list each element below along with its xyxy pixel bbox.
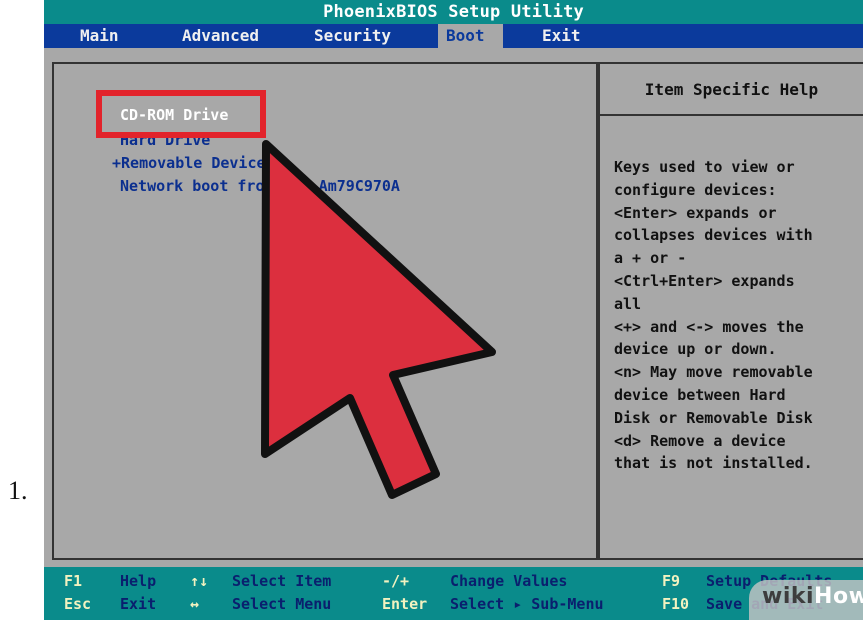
tab-boot[interactable]: Boot [438,24,503,48]
tab-advanced[interactable]: Advanced [174,24,267,48]
help-line: all [614,294,642,313]
boot-item-removable-devices[interactable]: +Removable Devices [112,154,275,172]
wikihow-how-text: How [814,584,863,609]
key-leftright: ↔ [190,595,200,613]
help-line: Keys used to view or [614,158,795,176]
help-line: Disk or Removable Disk [614,408,813,427]
tab-security[interactable]: Security [306,24,399,48]
help-title: Item Specific Help [644,80,819,99]
tab-main[interactable]: Main [72,24,127,48]
help-line: device between Hard [614,385,786,404]
list-number: 1. [8,476,28,505]
help-line: configure devices: [614,180,777,199]
key-f1-desc: Help [120,572,157,590]
help-line: a + or - [614,249,687,268]
help-text: Keys used to view or configure devices: … [614,156,863,475]
help-line: device up or down. [614,340,777,359]
key-updown: ↑↓ [190,572,209,590]
key-f9: F9 [662,572,681,590]
help-line: that is not installed. [614,454,813,473]
key-updown-desc: Select Item [232,572,332,590]
key-enter: Enter [382,595,428,613]
help-line: <Enter> expands or [614,203,777,222]
cd-rom-highlight-box [96,90,266,138]
bios-title: PhoenixBIOS Setup Utility [44,0,863,24]
help-line: collapses devices with [614,226,813,245]
bios-menu-bar: Main Advanced Security Boot Exit [44,24,863,48]
wikihow-watermark: wikiHow [762,584,863,609]
help-line: <Ctrl+Enter> expands [614,271,795,290]
help-line: <d> Remove a device [614,431,786,450]
key-minus-plus: -/+ [382,572,410,590]
help-line: <+> and <-> moves the [614,317,804,336]
key-esc-desc: Exit [120,595,157,613]
key-minus-plus-desc: Change Values [450,572,568,590]
key-help-bar: F1 Help ↑↓ Select Item -/+ Change Values… [44,567,863,620]
tab-exit[interactable]: Exit [534,24,589,48]
key-f1: F1 [64,572,83,590]
key-leftright-desc: Select Menu [232,595,332,613]
item-help-panel: Item Specific Help Keys used to view or … [598,62,863,560]
help-divider [600,114,863,116]
key-enter-desc: Select ▸ Sub-Menu [450,595,604,613]
key-esc: Esc [64,595,92,613]
boot-item-network-boot[interactable]: Network boot from AMD Am79C970A [120,177,400,195]
help-line: <n> May move removable [614,363,813,382]
key-f10: F10 [662,595,690,613]
wikihow-wiki-text: wiki [762,584,815,609]
